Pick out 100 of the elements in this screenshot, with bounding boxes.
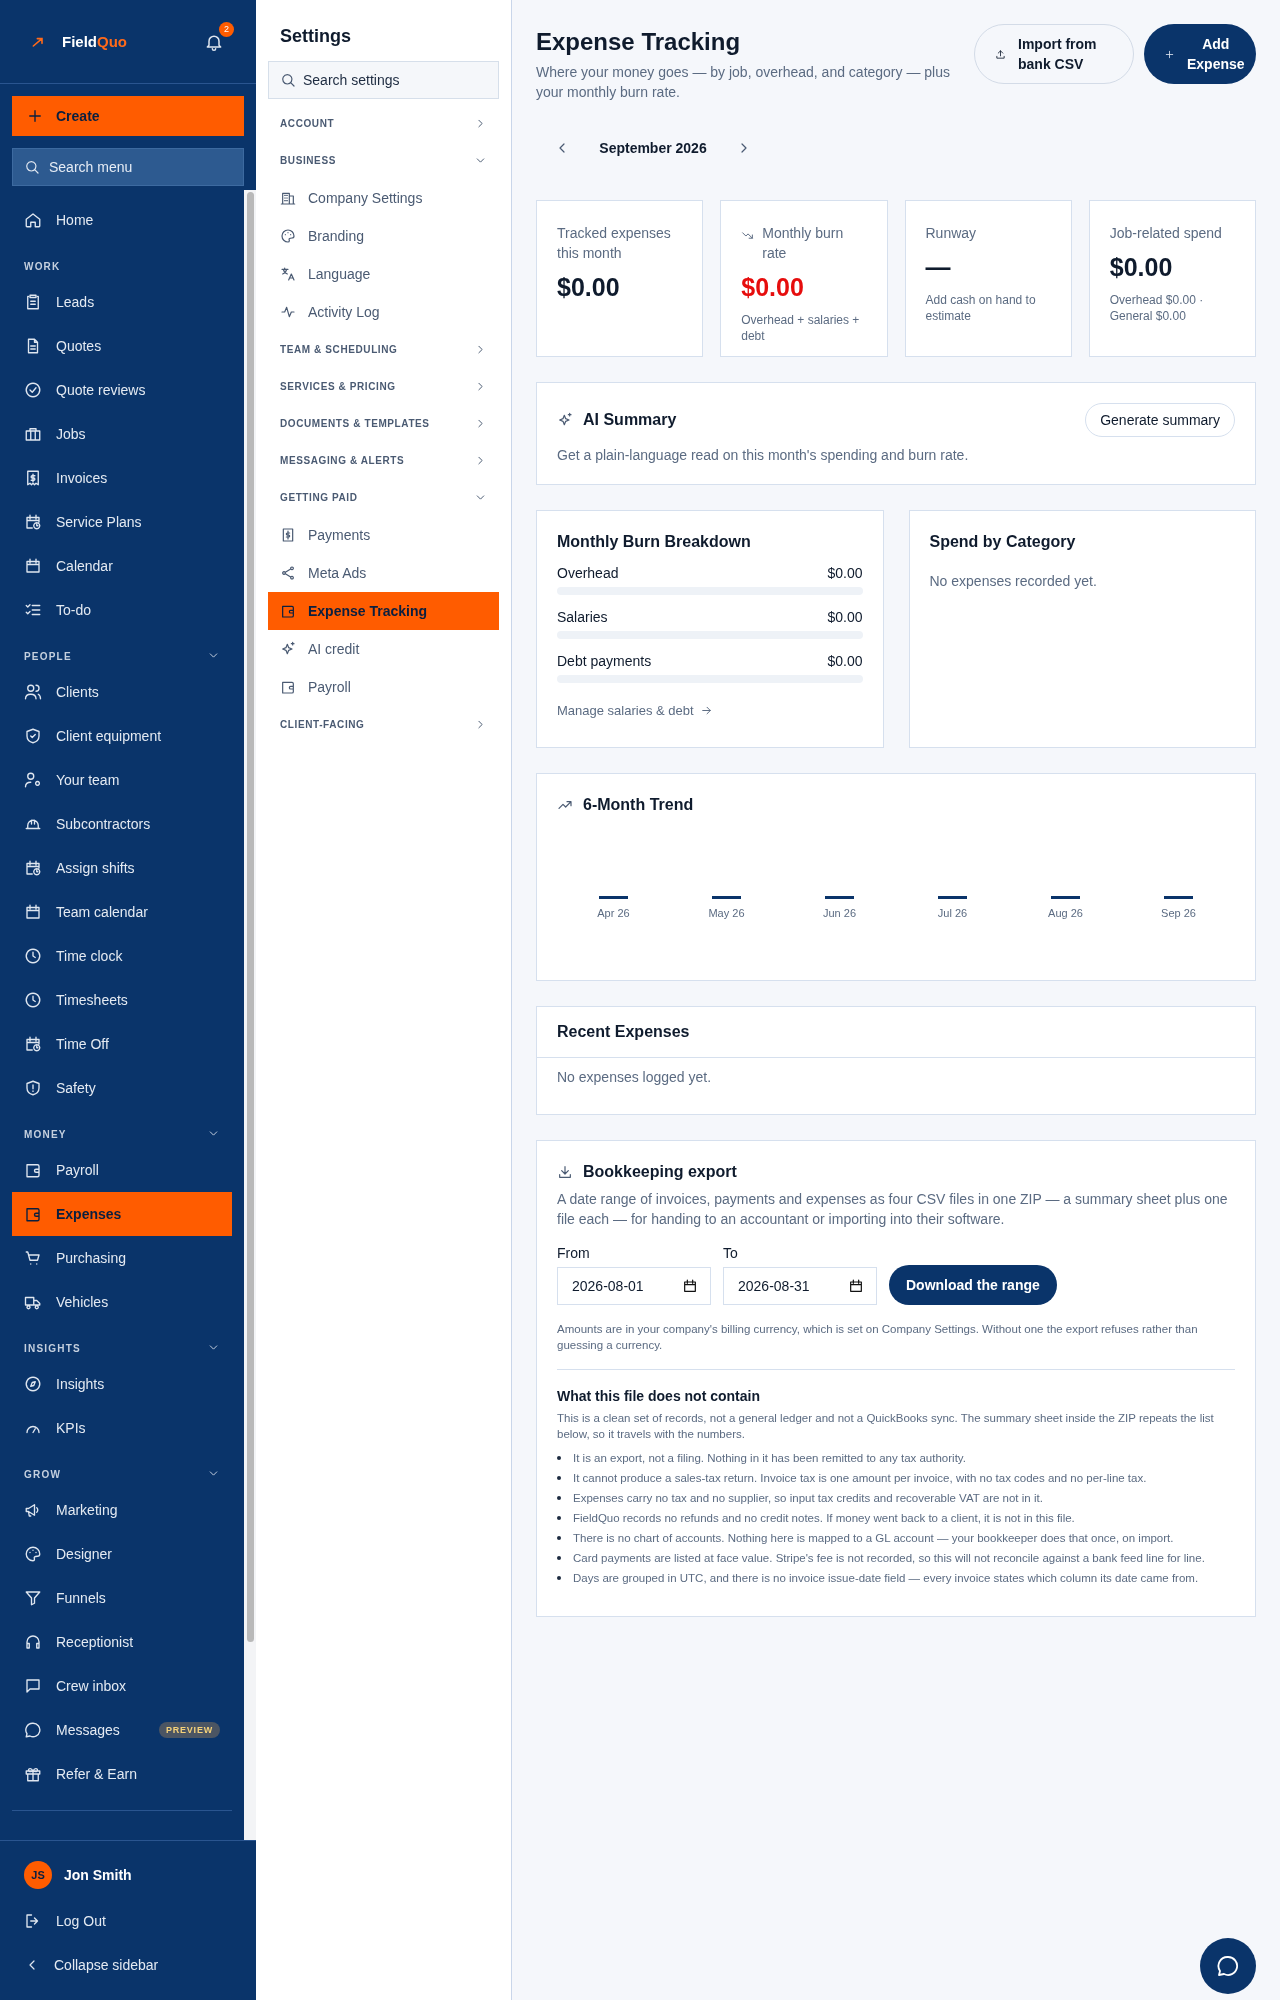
to-label: To (723, 1245, 739, 1261)
settings-group-header[interactable]: BUSINESS (268, 142, 499, 179)
settings-group-header[interactable]: GETTING PAID (268, 479, 499, 516)
settings-group-header[interactable]: MESSAGING & ALERTS (268, 442, 499, 479)
nav-item[interactable]: Funnels (12, 1576, 232, 1620)
user-avatar: JS (24, 1861, 52, 1889)
calendar-icon (24, 557, 42, 575)
settings-item[interactable]: Expense Tracking (268, 592, 499, 630)
nav-item[interactable]: To-do (12, 588, 232, 632)
activity-icon (280, 304, 296, 320)
stat-note: Overhead + salaries + debt (741, 312, 861, 344)
page-title: Expense Tracking (536, 28, 742, 56)
search-settings-field[interactable]: Search settings (268, 61, 499, 99)
bar-stub (712, 896, 741, 899)
calendar-icon (682, 1278, 698, 1294)
month-axis-label: Aug 26 (1048, 907, 1083, 919)
add-expense-button[interactable]: Add Expense (1144, 24, 1256, 84)
nav-item[interactable]: Time clock (12, 934, 232, 978)
nav-item[interactable]: Your team (12, 758, 232, 802)
nav-item[interactable]: Crew inbox (12, 1664, 232, 1708)
nav-item[interactable]: Subcontractors (12, 802, 232, 846)
nav-item[interactable]: Service Plans (12, 500, 232, 544)
stat-label: Monthly burn rate (762, 224, 845, 263)
download-range-button[interactable]: Download the range (889, 1265, 1057, 1305)
nav-item[interactable]: Quotes (12, 324, 232, 368)
nav-item[interactable]: Assign shifts (12, 846, 232, 890)
building-icon (280, 190, 296, 206)
breakdown-amount: $0.00 (827, 653, 863, 669)
nav-item[interactable]: Insights (12, 1362, 232, 1406)
settings-item[interactable]: Payroll (268, 668, 499, 706)
nav-item[interactable]: Purchasing (12, 1236, 232, 1280)
stat-value: $0.00 (741, 273, 805, 302)
nav-item[interactable]: Calendar (12, 544, 232, 588)
nav-item[interactable]: Expenses (12, 1192, 232, 1236)
month-axis-label: Apr 26 (597, 907, 630, 919)
card-title: 6-Month Trend (583, 796, 694, 814)
plus-icon (26, 107, 44, 125)
settings-group-header[interactable]: CLIENT-FACING (268, 706, 499, 743)
nav-item[interactable]: Safety (12, 1066, 232, 1110)
generate-summary-button[interactable]: Generate summary (1085, 403, 1235, 437)
bullet-dot (557, 1556, 561, 1560)
nav-item[interactable]: Leads (12, 280, 232, 324)
nav-item[interactable]: Client equipment (12, 714, 232, 758)
create-button[interactable]: Create (12, 96, 244, 136)
wallet-icon (280, 603, 296, 619)
nav-item[interactable]: Invoices (12, 456, 232, 500)
nav-item[interactable]: Refer & Earn (12, 1752, 232, 1796)
settings-item[interactable]: Company Settings (268, 179, 499, 217)
nav-item[interactable]: Time Off (12, 1022, 232, 1066)
settings-item[interactable]: Activity Log (268, 293, 499, 331)
ai-summary-text: Get a plain-language read on this month's spending and burn rate. (557, 447, 970, 463)
settings-item[interactable]: Language (268, 255, 499, 293)
settings-group-header[interactable]: ACCOUNT (268, 105, 499, 142)
collapse-sidebar-link[interactable]: Collapse sidebar (12, 1943, 244, 1987)
translate-icon (280, 266, 296, 282)
log-out-link[interactable]: Log Out (12, 1899, 244, 1943)
nav-item[interactable]: Vehicles (12, 1280, 232, 1324)
nav-item[interactable]: Payroll (12, 1148, 232, 1192)
chat-button[interactable] (1200, 1938, 1256, 1994)
nav-item[interactable]: Designer (12, 1532, 232, 1576)
bullet-dot (557, 1576, 561, 1580)
settings-group-header[interactable]: TEAM & SCHEDULING (268, 331, 499, 368)
trend-down-icon (741, 229, 755, 242)
palette-icon (280, 228, 296, 244)
settings-item[interactable]: Meta Ads (268, 554, 499, 592)
stat-note: Overhead $0.00 · General $0.00 (1109, 292, 1205, 324)
breakdown-amount: $0.00 (827, 565, 863, 581)
scrollbar-thumb[interactable] (246, 192, 254, 1642)
nav-item[interactable]: Clients (12, 670, 232, 714)
date-field[interactable]: 2026-08-01 (557, 1267, 711, 1305)
nav-item[interactable]: KPIs (12, 1406, 232, 1450)
nav-item[interactable]: Timesheets (12, 978, 232, 1022)
nav-item[interactable]: Home (12, 198, 232, 242)
wallet-icon (24, 1161, 42, 1179)
search-menu-field[interactable]: Search menu (12, 148, 244, 186)
nav-item[interactable]: Receptionist (12, 1620, 232, 1664)
funnel-icon (24, 1589, 42, 1607)
settings-item[interactable]: Branding (268, 217, 499, 255)
calendar-icon (24, 903, 42, 921)
nav-item[interactable]: Messages PREVIEW (12, 1708, 232, 1752)
page-subtitle: Where your money goes — by job, overhead, and category — plus your monthly burn rate. (536, 63, 951, 102)
month-axis-label: Sep 26 (1161, 907, 1196, 919)
upload-icon (995, 48, 1006, 60)
nav-item[interactable]: Marketing (12, 1488, 232, 1532)
date-field[interactable]: 2026-08-31 (723, 1267, 877, 1305)
settings-group-header[interactable]: DOCUMENTS & TEMPLATES (268, 405, 499, 442)
currency-note: Amounts are in your company's billing currency, which is set on Company Settings. Without one the export refuses rather than guessing a currency. (557, 1322, 1199, 1353)
wallet-icon (24, 1205, 42, 1223)
breakdown-amount: $0.00 (827, 609, 863, 625)
settings-item[interactable]: AI credit (268, 630, 499, 668)
nav-item[interactable]: Jobs (12, 412, 232, 456)
settings-group-header[interactable]: SERVICES & PRICING (268, 368, 499, 405)
manage-salaries-link[interactable]: Manage salaries & debt (557, 703, 713, 718)
calendar-clock-icon (24, 859, 42, 877)
nav-item[interactable]: Quote reviews (12, 368, 232, 412)
settings-item[interactable]: Payments (268, 516, 499, 554)
briefcase-icon (24, 425, 42, 443)
empty-message: No expenses recorded yet. (929, 573, 1098, 589)
empty-message: No expenses logged yet. (557, 1069, 712, 1085)
nav-item[interactable]: Team calendar (12, 890, 232, 934)
